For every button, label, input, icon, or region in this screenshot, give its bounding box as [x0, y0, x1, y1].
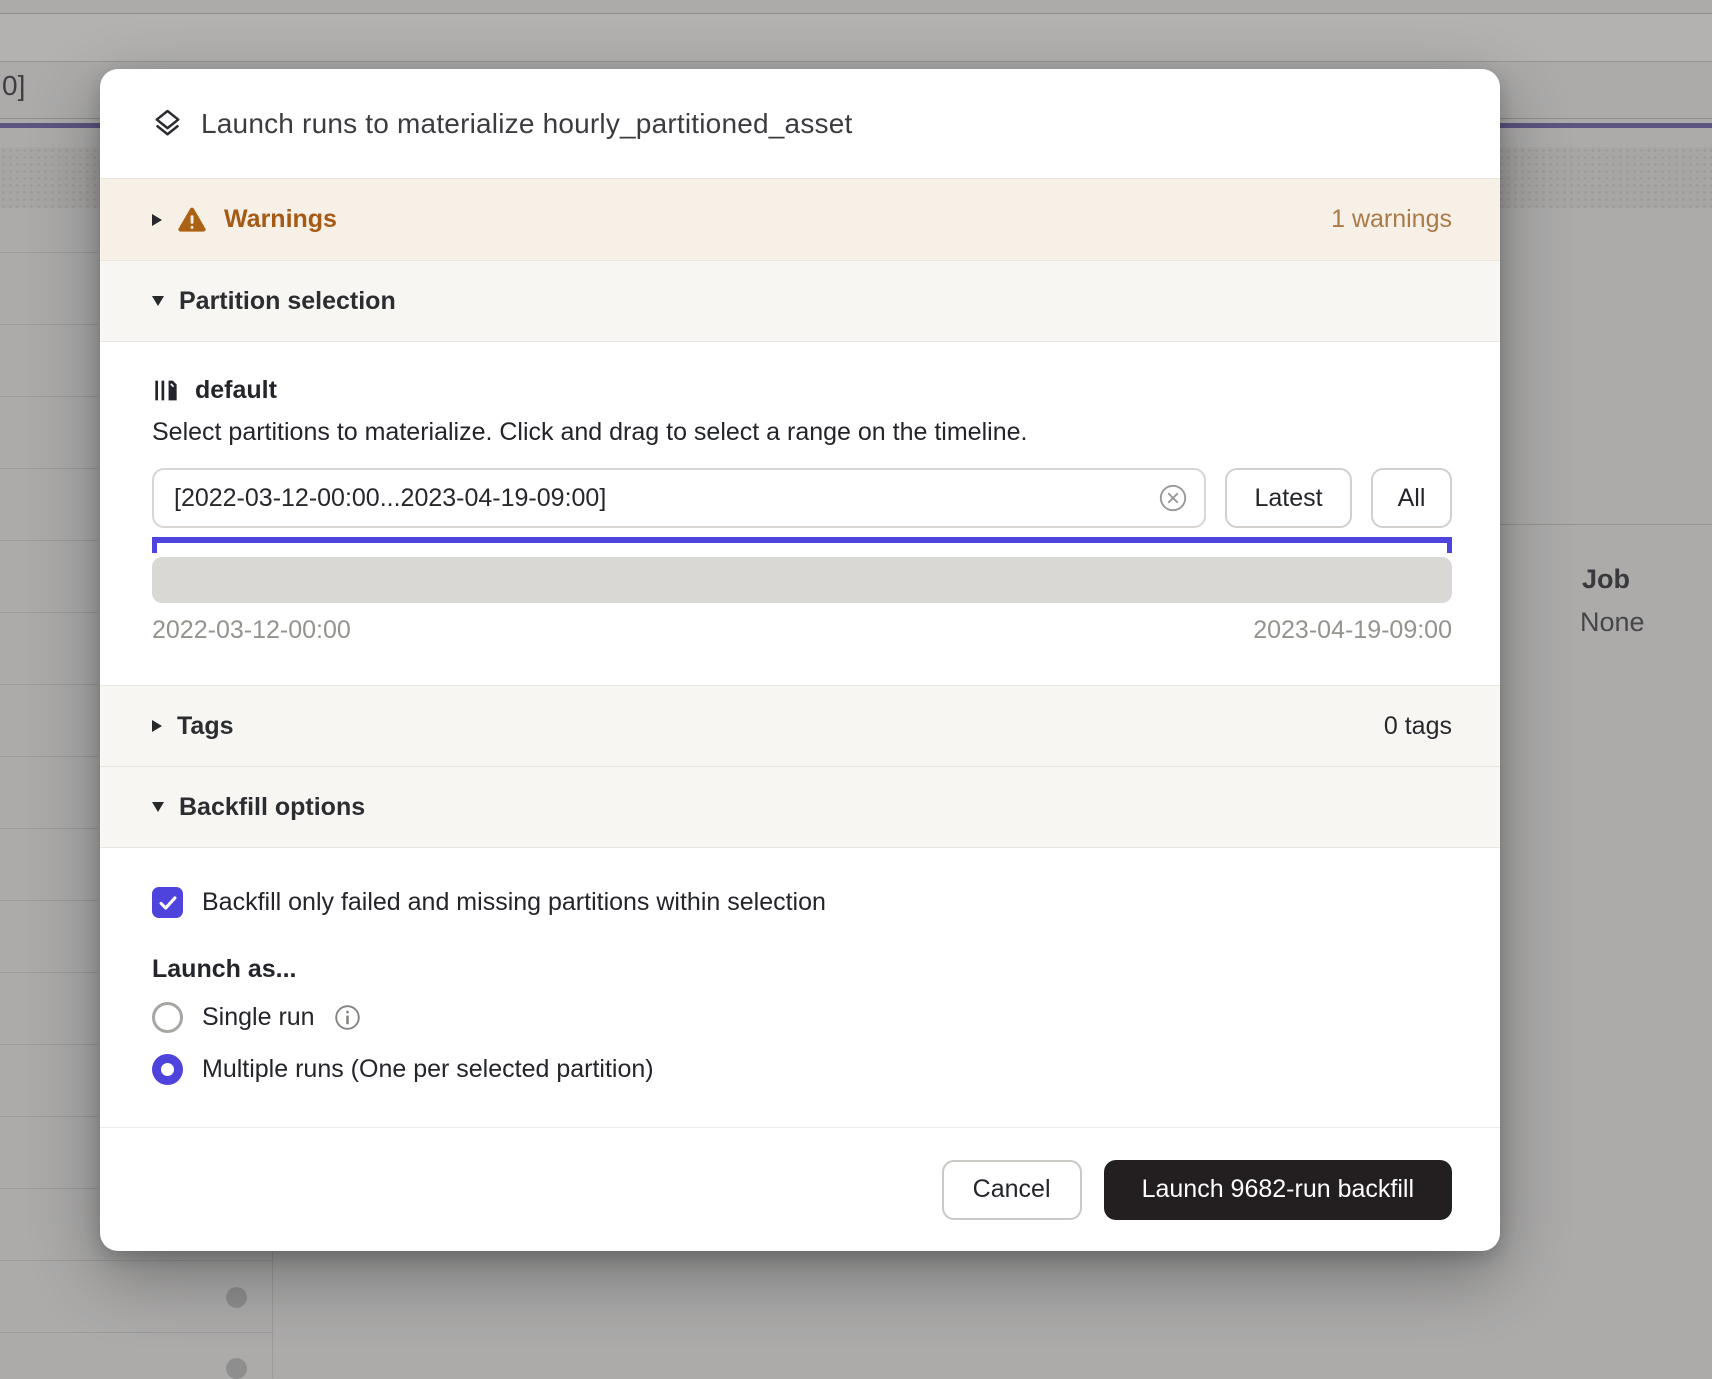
warnings-count: 1 warnings — [1331, 205, 1452, 234]
chevron-right-icon — [152, 720, 162, 732]
background-job-divider — [1500, 524, 1712, 525]
tags-count: 0 tags — [1384, 712, 1452, 741]
single-run-label: Single run — [202, 1003, 315, 1032]
partition-range-field[interactable] — [152, 468, 1206, 528]
chevron-down-icon — [152, 802, 164, 812]
launch-backfill-dialog: Launch runs to materialize hourly_partit… — [100, 69, 1500, 1251]
partition-range-input[interactable] — [174, 484, 1158, 513]
single-run-radio[interactable] — [152, 1002, 183, 1033]
multiple-runs-option: Multiple runs (One per selected partitio… — [152, 1050, 1452, 1088]
tags-label: Tags — [177, 712, 234, 741]
tags-section-toggle[interactable]: Tags 0 tags — [100, 685, 1500, 767]
timeline-date-labels: 2022-03-12-00:00 2023-04-19-09:00 — [152, 616, 1452, 645]
background-column-divider — [272, 1250, 273, 1378]
launch-backfill-button[interactable]: Launch 9682-run backfill — [1104, 1160, 1452, 1220]
single-run-option: Single run — [152, 998, 1452, 1036]
backfill-options-content: Backfill only failed and missing partiti… — [100, 848, 1500, 1124]
timeline-end-date: 2023-04-19-09:00 — [1253, 616, 1452, 645]
multiple-runs-radio[interactable] — [152, 1054, 183, 1085]
warnings-section-toggle[interactable]: Warnings 1 warnings — [100, 178, 1500, 260]
backfill-only-failed-label: Backfill only failed and missing partiti… — [202, 888, 826, 917]
background-partial-text: 0] — [2, 70, 25, 102]
partition-selection-description: Select partitions to materialize. Click … — [152, 418, 1452, 447]
partition-set-name: default — [195, 376, 277, 405]
background-status-dot — [226, 1287, 247, 1308]
dialog-header: Launch runs to materialize hourly_partit… — [100, 69, 1500, 178]
background-status-dot — [226, 1358, 247, 1379]
partition-set-icon — [152, 376, 181, 405]
timeline-start-date: 2022-03-12-00:00 — [152, 616, 351, 645]
partition-selection-label: Partition selection — [179, 287, 396, 316]
cancel-button[interactable]: Cancel — [942, 1160, 1082, 1220]
backfill-only-failed-checkbox[interactable] — [152, 887, 183, 918]
materialize-layers-icon — [152, 108, 183, 139]
partition-timeline[interactable] — [152, 557, 1452, 603]
job-column-header: Job — [1582, 564, 1630, 595]
info-icon[interactable] — [334, 1004, 361, 1031]
warnings-label: Warnings — [224, 205, 337, 234]
selected-range-indicator — [152, 537, 1452, 553]
chevron-right-icon — [152, 214, 162, 226]
latest-button[interactable]: Latest — [1225, 468, 1352, 528]
multiple-runs-label: Multiple runs (One per selected partitio… — [202, 1055, 654, 1084]
backfill-options-section-toggle[interactable]: Backfill options — [100, 766, 1500, 848]
warning-triangle-icon — [177, 206, 207, 234]
background-toolbar-band — [0, 13, 1712, 62]
backfill-only-failed-row: Backfill only failed and missing partiti… — [152, 887, 1452, 918]
partition-selection-content: default Select partitions to materialize… — [100, 342, 1500, 686]
backfill-options-label: Backfill options — [179, 793, 365, 822]
clear-input-icon[interactable] — [1158, 483, 1188, 513]
chevron-down-icon — [152, 296, 164, 306]
dialog-footer: Cancel Launch 9682-run backfill — [100, 1127, 1500, 1251]
partition-set-row: default — [152, 376, 1452, 405]
partition-selection-section-toggle[interactable]: Partition selection — [100, 260, 1500, 342]
all-button[interactable]: All — [1371, 468, 1452, 528]
partition-range-row: Latest All — [152, 468, 1452, 528]
launch-as-label: Launch as... — [152, 955, 1452, 984]
dialog-title: Launch runs to materialize hourly_partit… — [201, 108, 852, 140]
job-column-value: None — [1580, 607, 1645, 638]
